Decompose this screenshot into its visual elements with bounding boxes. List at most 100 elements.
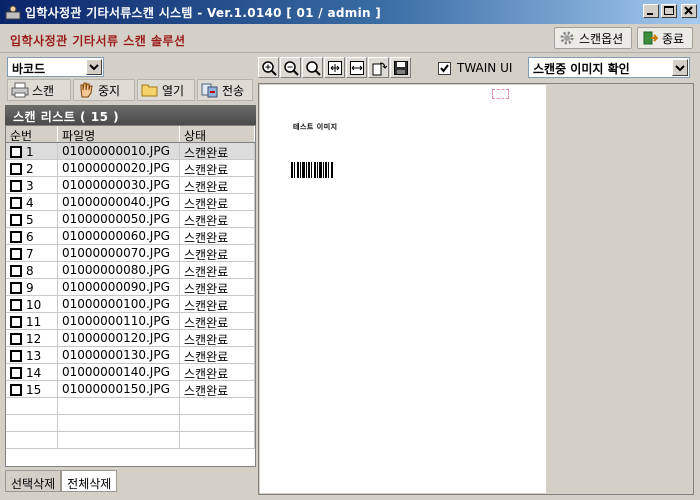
row-filename: 01000000080.JPG xyxy=(58,262,180,278)
empty-row xyxy=(6,415,255,432)
row-checkbox[interactable] xyxy=(10,383,22,396)
row-checkbox[interactable] xyxy=(10,213,22,226)
row-filename: 01000000110.JPG xyxy=(58,313,180,329)
title-bar: 입학사정관 기타서류스캔 시스템 - Ver.1.0140 [ 01 / adm… xyxy=(0,0,700,24)
barcode-select-value: 바코드 xyxy=(12,62,46,76)
row-checkbox[interactable] xyxy=(10,264,22,277)
row-filename: 01000000150.JPG xyxy=(58,381,180,397)
row-checkbox[interactable] xyxy=(10,332,22,345)
empty-row xyxy=(6,398,255,415)
table-row[interactable]: 14 01000000140.JPG 스캔완료 xyxy=(6,364,255,381)
col-header-filename[interactable]: 파일명 xyxy=(58,126,180,143)
row-checkbox[interactable] xyxy=(10,366,22,379)
row-checkbox[interactable] xyxy=(10,196,22,209)
row-filename: 01000000050.JPG xyxy=(58,211,180,227)
zoom-in-button[interactable] xyxy=(258,57,279,78)
row-number: 13 xyxy=(26,348,42,363)
twain-ui-toggle[interactable]: TWAIN UI xyxy=(438,61,512,75)
table-row[interactable]: 8 01000000080.JPG 스캔완료 xyxy=(6,262,255,279)
row-number-cell: 13 xyxy=(6,347,58,363)
table-row[interactable]: 7 01000000070.JPG 스캔완료 xyxy=(6,245,255,262)
table-row[interactable]: 12 01000000120.JPG 스캔완료 xyxy=(6,330,255,347)
window-title: 입학사정관 기타서류스캔 시스템 - Ver.1.0140 [ 01 / adm… xyxy=(25,5,382,20)
right-panel: TWAIN UI 스캔중 이미지 확인 테스트 이미지 xyxy=(258,55,694,495)
header-bar: 입학사정관 기타서류 스캔 솔루션 스캔옵션 종료 xyxy=(0,24,700,53)
row-checkbox[interactable] xyxy=(10,162,22,175)
row-number: 5 xyxy=(26,212,34,227)
table-row[interactable]: 6 01000000060.JPG 스캔완료 xyxy=(6,228,255,245)
row-number: 8 xyxy=(26,263,34,278)
rotate-button[interactable] xyxy=(368,57,389,78)
scan-options-button[interactable]: 스캔옵션 xyxy=(554,27,632,49)
maximize-icon xyxy=(664,6,674,15)
open-button[interactable]: 열기 xyxy=(137,79,195,101)
table-row[interactable]: 1 01000000010.JPG 스캔완료 xyxy=(6,143,255,160)
row-number: 11 xyxy=(26,314,42,329)
row-checkbox[interactable] xyxy=(10,298,22,311)
table-row[interactable]: 11 01000000110.JPG 스캔완료 xyxy=(6,313,255,330)
col-header-status[interactable]: 상태 xyxy=(180,126,255,143)
row-checkbox[interactable] xyxy=(10,230,22,243)
save-disk-icon xyxy=(393,60,408,75)
minimize-button[interactable] xyxy=(643,4,659,18)
fit-width-button[interactable] xyxy=(346,57,367,78)
row-status: 스캔완료 xyxy=(180,262,255,279)
magnifier-icon xyxy=(305,60,321,76)
close-button[interactable] xyxy=(681,4,697,18)
fit-page-button[interactable] xyxy=(324,57,345,78)
row-number-cell: 12 xyxy=(6,330,58,346)
table-row[interactable]: 2 01000000020.JPG 스캔완료 xyxy=(6,160,255,177)
dropdown-arrow-icon[interactable] xyxy=(86,59,102,75)
row-number: 7 xyxy=(26,246,34,261)
image-viewer[interactable]: 테스트 이미지 xyxy=(258,83,694,495)
maximize-button[interactable] xyxy=(661,4,677,18)
scan-list-title: 스캔 리스트 ( 15 ) xyxy=(5,105,256,125)
row-checkbox[interactable] xyxy=(10,145,22,158)
row-number-cell: 4 xyxy=(6,194,58,210)
zoom-actual-button[interactable] xyxy=(302,57,323,78)
row-filename: 01000000130.JPG xyxy=(58,347,180,363)
row-checkbox[interactable] xyxy=(10,315,22,328)
exit-button[interactable]: 종료 xyxy=(637,27,693,49)
checkmark-icon xyxy=(440,63,449,73)
printer-icon xyxy=(11,82,29,98)
table-row[interactable]: 15 01000000150.JPG 스캔완료 xyxy=(6,381,255,398)
table-row[interactable]: 10 01000000100.JPG 스캔완료 xyxy=(6,296,255,313)
tab-delete-all[interactable]: 전체삭제 xyxy=(61,470,118,492)
row-checkbox[interactable] xyxy=(10,179,22,192)
row-checkbox[interactable] xyxy=(10,281,22,294)
send-button[interactable]: 전송 xyxy=(197,79,253,101)
zoom-out-button[interactable] xyxy=(280,57,301,78)
save-button[interactable] xyxy=(390,57,411,78)
row-status: 스캔완료 xyxy=(180,228,255,245)
row-checkbox[interactable] xyxy=(10,349,22,362)
row-filename: 01000000120.JPG xyxy=(58,330,180,346)
row-status: 스캔완료 xyxy=(180,313,255,330)
row-checkbox[interactable] xyxy=(10,247,22,260)
view-mode-select[interactable]: 스캔중 이미지 확인 xyxy=(528,57,690,78)
table-row[interactable]: 5 01000000050.JPG 스캔완료 xyxy=(6,211,255,228)
scan-label: 스캔 xyxy=(32,83,55,98)
tab-delete-selected[interactable]: 선택삭제 xyxy=(5,470,62,492)
twain-label: TWAIN UI xyxy=(457,61,513,75)
row-number: 9 xyxy=(26,280,34,295)
scan-button[interactable]: 스캔 xyxy=(7,79,71,101)
stop-button[interactable]: 중지 xyxy=(73,79,135,101)
twain-checkbox[interactable] xyxy=(438,61,451,75)
barcode-image xyxy=(291,162,333,178)
table-row[interactable]: 13 01000000130.JPG 스캔완료 xyxy=(6,347,255,364)
dropdown-arrow-icon[interactable] xyxy=(672,59,688,76)
table-row[interactable]: 4 01000000040.JPG 스캔완료 xyxy=(6,194,255,211)
scan-list-table: 순번 파일명 상태 1 01000000010.JPG 스캔완료 2 010000000… xyxy=(5,125,256,467)
table-row[interactable]: 9 01000000090.JPG 스캔완료 xyxy=(6,279,255,296)
table-row[interactable]: 3 01000000030.JPG 스캔완료 xyxy=(6,177,255,194)
send-icon xyxy=(201,83,218,98)
barcode-select[interactable]: 바코드 xyxy=(7,57,104,77)
fit-page-icon xyxy=(327,60,342,75)
row-number: 12 xyxy=(26,331,42,346)
zoom-out-icon xyxy=(283,60,299,76)
col-header-number[interactable]: 순번 xyxy=(6,126,58,143)
row-filename: 01000000090.JPG xyxy=(58,279,180,295)
stop-label: 중지 xyxy=(98,83,121,98)
row-status: 스캔완료 xyxy=(180,245,255,262)
